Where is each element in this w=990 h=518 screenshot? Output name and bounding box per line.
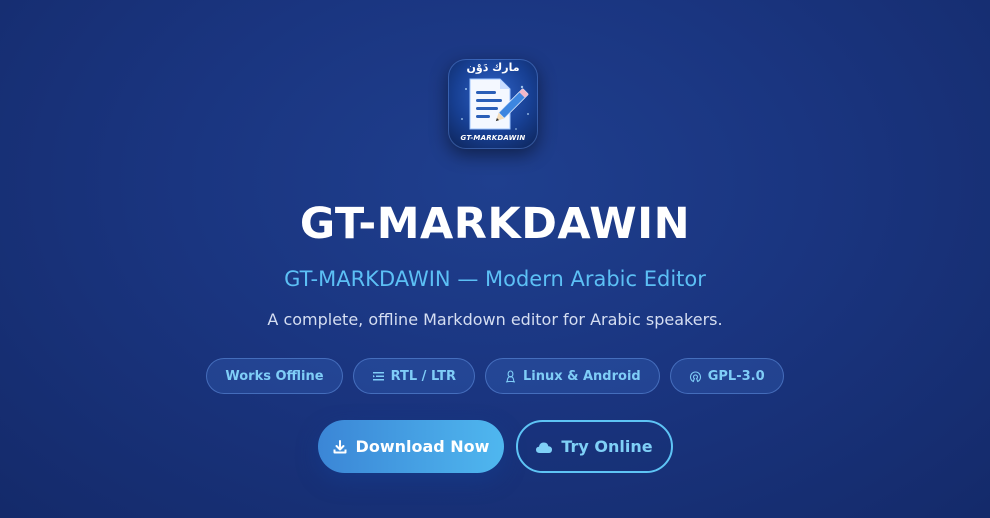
open-source-icon — [689, 371, 701, 382]
app-logo: مارك دَوْن GT-MARKDAWIN — [448, 59, 538, 149]
badge-label: Linux & Android — [522, 368, 641, 384]
download-icon — [333, 439, 347, 453]
try-online-button[interactable]: Try Online — [515, 420, 673, 473]
feature-badges: Works Offline RTL / LTR Linux & Android — [0, 358, 990, 394]
badge-label: Works Offline — [225, 368, 324, 384]
hero-section: مارك دَوْن GT-MARKDAWIN GT-MARKDAWIN GT-… — [0, 0, 990, 518]
badge-label: GPL-3.0 — [707, 368, 765, 384]
logo-latin-text: GT-MARKDAWIN — [460, 134, 526, 142]
badge-works-offline: Works Offline — [206, 358, 343, 394]
cloud-icon — [536, 442, 553, 453]
align-icon — [372, 371, 384, 380]
badge-rtl-ltr: RTL / LTR — [352, 358, 475, 394]
badge-linux-android: Linux & Android — [484, 358, 660, 394]
badge-label: RTL / LTR — [390, 368, 456, 384]
page-tagline: A complete, offline Markdown editor for … — [267, 310, 723, 329]
download-now-button[interactable]: Download Now — [317, 420, 504, 473]
download-now-label: Download Now — [355, 437, 490, 456]
linux-icon — [505, 369, 516, 383]
try-online-label: Try Online — [561, 437, 653, 456]
page-subtitle: GT-MARKDAWIN — Modern Arabic Editor — [284, 267, 706, 291]
page-title: GT-MARKDAWIN — [299, 199, 691, 249]
cta-buttons: Download Now Try Online — [0, 420, 990, 473]
logo-arabic-text: مارك دَوْن — [466, 61, 520, 74]
badge-gpl: GPL-3.0 — [669, 358, 784, 394]
